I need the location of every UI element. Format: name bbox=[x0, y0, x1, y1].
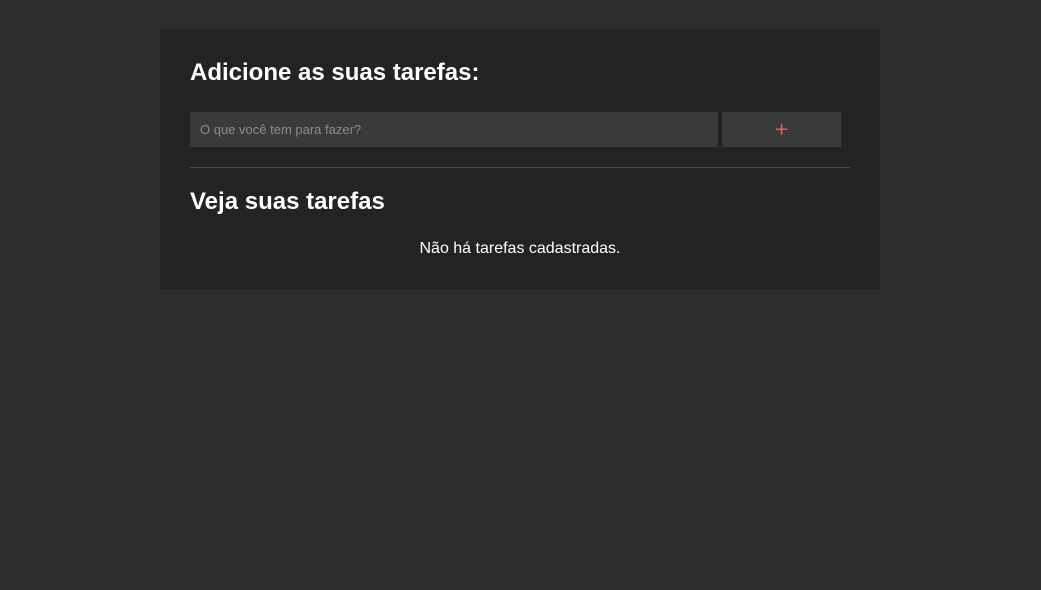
plus-icon: + bbox=[773, 118, 790, 140]
empty-tasks-message: Não há tarefas cadastradas. bbox=[419, 240, 621, 257]
add-task-form: + bbox=[190, 112, 841, 147]
section-divider bbox=[190, 167, 850, 168]
add-tasks-heading: Adicione as suas tarefas: bbox=[190, 59, 480, 86]
task-input[interactable] bbox=[190, 112, 718, 147]
task-list-heading: Veja suas tarefas bbox=[190, 188, 385, 215]
add-task-button[interactable]: + bbox=[722, 112, 841, 147]
todo-card: Adicione as suas tarefas: + Veja suas ta… bbox=[160, 29, 880, 289]
